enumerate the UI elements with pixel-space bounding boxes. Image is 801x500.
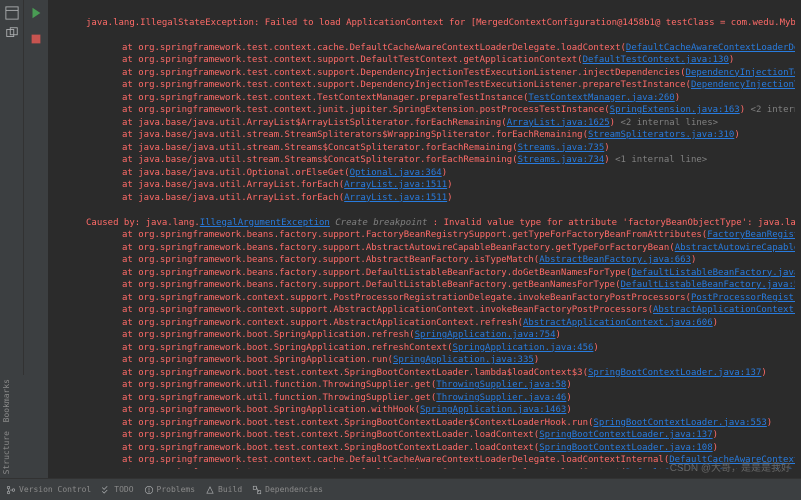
source-link[interactable]: Streams.java:735 bbox=[518, 143, 605, 153]
stack-frame: at org.springframework.boot.SpringApplic… bbox=[86, 404, 795, 417]
source-link[interactable]: TestContextManager.java:260 bbox=[528, 93, 674, 103]
source-link[interactable]: SpringBootContextLoader.java:108 bbox=[539, 443, 712, 453]
problems-icon bbox=[144, 485, 154, 495]
stack-frame: at org.springframework.test.context.cach… bbox=[86, 42, 795, 55]
source-link[interactable]: AbstractApplicationContext.java:788 bbox=[653, 305, 795, 315]
source-link[interactable]: ThrowingSupplier.java:46 bbox=[436, 393, 566, 403]
source-link[interactable]: ThrowingSupplier.java:58 bbox=[436, 380, 566, 390]
stack-frame: at org.springframework.test.context.Test… bbox=[86, 92, 795, 105]
source-link[interactable]: ArrayList.java:1511 bbox=[344, 180, 447, 190]
source-link[interactable]: DependencyInjectionTestExecutionListener… bbox=[691, 80, 795, 90]
tab-bookmarks[interactable]: Bookmarks bbox=[0, 375, 13, 426]
source-link[interactable]: SpringBootContextLoader.java:553 bbox=[593, 418, 766, 428]
stack-frame: at org.springframework.beans.factory.sup… bbox=[86, 279, 795, 292]
stack-frame: at org.springframework.context.support.A… bbox=[86, 317, 795, 330]
source-link[interactable]: AbstractAutowireCapableBeanFactory.java:… bbox=[675, 243, 795, 253]
stack-frame: at org.springframework.beans.factory.sup… bbox=[86, 267, 795, 280]
stack-frame: at org.springframework.boot.test.context… bbox=[86, 367, 795, 380]
stack-frame: at org.springframework.context.support.A… bbox=[86, 304, 795, 317]
stack-frame: at org.springframework.test.context.juni… bbox=[86, 104, 795, 117]
status-todo[interactable]: TODO bbox=[101, 485, 133, 495]
source-link[interactable]: SpringApplication.java:1463 bbox=[420, 405, 566, 415]
tab-structure[interactable]: Structure bbox=[0, 427, 13, 478]
source-link[interactable]: SpringBootContextLoader.java:137 bbox=[588, 368, 761, 378]
stack-frame: at org.springframework.boot.test.context… bbox=[86, 442, 795, 455]
todo-icon bbox=[101, 485, 111, 495]
play-icon[interactable] bbox=[29, 6, 43, 20]
console-output[interactable]: java.lang.IllegalStateException: Failed … bbox=[86, 4, 795, 469]
create-breakpoint[interactable]: Create breakpoint bbox=[330, 218, 433, 228]
stack-frame: at org.springframework.test.context.supp… bbox=[86, 79, 795, 92]
stack-frame: at org.springframework.boot.SpringApplic… bbox=[86, 342, 795, 355]
git-icon bbox=[6, 485, 16, 495]
stack-frame: at org.springframework.test.context.supp… bbox=[86, 54, 795, 67]
status-problems[interactable]: Problems bbox=[144, 485, 196, 495]
source-link[interactable]: AbstractBeanFactory.java:663 bbox=[539, 255, 691, 265]
stack-frame: at org.springframework.util.function.Thr… bbox=[86, 392, 795, 405]
source-link[interactable]: DefaultListableBeanFactory.java:534 bbox=[621, 280, 796, 290]
status-label: Problems bbox=[157, 485, 196, 494]
layout-icon[interactable] bbox=[5, 6, 19, 20]
stack-frame: at java.base/java.util.ArrayList.forEach… bbox=[86, 179, 795, 192]
source-link[interactable]: ArrayList.java:1625 bbox=[507, 118, 610, 128]
stack-frame: at java.base/java.util.Optional.orElseGe… bbox=[86, 167, 795, 180]
source-link[interactable]: SpringApplication.java:754 bbox=[415, 330, 556, 340]
source-link[interactable]: SpringApplication.java:456 bbox=[453, 343, 594, 353]
source-link[interactable]: Streams.java:734 bbox=[518, 155, 605, 165]
stack-frame: at org.springframework.boot.SpringApplic… bbox=[86, 329, 795, 342]
exception-header: java.lang.IllegalStateException: Failed … bbox=[86, 18, 795, 28]
source-link[interactable]: PostProcessorRegistrationDelegate.java:1… bbox=[691, 293, 795, 303]
stack-trace-main: at org.springframework.test.context.cach… bbox=[86, 42, 795, 205]
source-link[interactable]: SpringBootContextLoader.java:137 bbox=[539, 430, 712, 440]
status-dependencies[interactable]: Dependencies bbox=[252, 485, 323, 495]
status-build[interactable]: Build bbox=[205, 485, 242, 495]
stack-frame: at org.springframework.test.context.supp… bbox=[86, 67, 795, 80]
source-link[interactable]: DefaultListableBeanFactory.java:575 bbox=[631, 268, 795, 278]
status-label: Dependencies bbox=[265, 485, 323, 494]
source-link[interactable]: AbstractApplicationContext.java:606 bbox=[523, 318, 713, 328]
stack-frame: at java.base/java.util.ArrayList.forEach… bbox=[86, 192, 795, 205]
status-bar: Version Control TODO Problems Build Depe… bbox=[0, 478, 801, 500]
source-link[interactable]: DependencyInjectionTestExecutionListener… bbox=[686, 68, 795, 78]
restore-icon[interactable] bbox=[5, 26, 19, 40]
stack-frame: at java.base/java.util.stream.StreamSpli… bbox=[86, 129, 795, 142]
stop-icon[interactable] bbox=[29, 32, 43, 46]
status-version-control[interactable]: Version Control bbox=[6, 485, 91, 495]
left-vertical-tabs: Bookmarks Structure bbox=[0, 375, 24, 478]
stack-frame: at java.base/java.util.stream.Streams$Co… bbox=[86, 154, 795, 167]
exception-link[interactable]: IllegalArgumentException bbox=[200, 218, 330, 228]
status-label: TODO bbox=[114, 485, 133, 494]
stack-frame: at org.springframework.boot.SpringApplic… bbox=[86, 354, 795, 367]
caused-by-line: Caused by: java.lang.IllegalArgumentExce… bbox=[86, 218, 795, 228]
source-link[interactable]: Optional.java:364 bbox=[350, 168, 442, 178]
stack-frame: at org.springframework.context.support.P… bbox=[86, 292, 795, 305]
stack-frame: at java.base/java.util.ArrayList$ArrayLi… bbox=[86, 117, 795, 130]
source-link[interactable]: StreamSpliterators.java:310 bbox=[588, 130, 734, 140]
stack-frame: at org.springframework.boot.test.context… bbox=[86, 429, 795, 442]
stack-frame: at org.springframework.beans.factory.sup… bbox=[86, 242, 795, 255]
status-label: Version Control bbox=[19, 485, 91, 494]
stack-trace-caused: at org.springframework.beans.factory.sup… bbox=[86, 229, 795, 469]
source-link[interactable]: FactoryBeanRegistrySupport.java:86 bbox=[707, 230, 795, 240]
source-link[interactable]: DefaultTestContext.java:130 bbox=[583, 55, 729, 65]
stack-frame: at java.base/java.util.stream.Streams$Co… bbox=[86, 142, 795, 155]
stack-frame: at org.springframework.util.function.Thr… bbox=[86, 379, 795, 392]
stack-frame: at org.springframework.beans.factory.sup… bbox=[86, 229, 795, 242]
source-link[interactable]: ArrayList.java:1511 bbox=[344, 193, 447, 203]
build-icon bbox=[205, 485, 215, 495]
stack-frame: at org.springframework.boot.test.context… bbox=[86, 417, 795, 430]
source-link[interactable]: DefaultCacheAwareContextLoaderDelegate.j… bbox=[626, 43, 795, 53]
stack-frame: at org.springframework.beans.factory.sup… bbox=[86, 254, 795, 267]
deps-icon bbox=[252, 485, 262, 495]
source-link[interactable]: SpringExtension.java:163 bbox=[610, 105, 740, 115]
watermark: CSDN @大哥，是是是我好 bbox=[670, 459, 791, 474]
status-label: Build bbox=[218, 485, 242, 494]
run-toolbar bbox=[24, 0, 48, 478]
source-link[interactable]: SpringApplication.java:335 bbox=[393, 355, 534, 365]
